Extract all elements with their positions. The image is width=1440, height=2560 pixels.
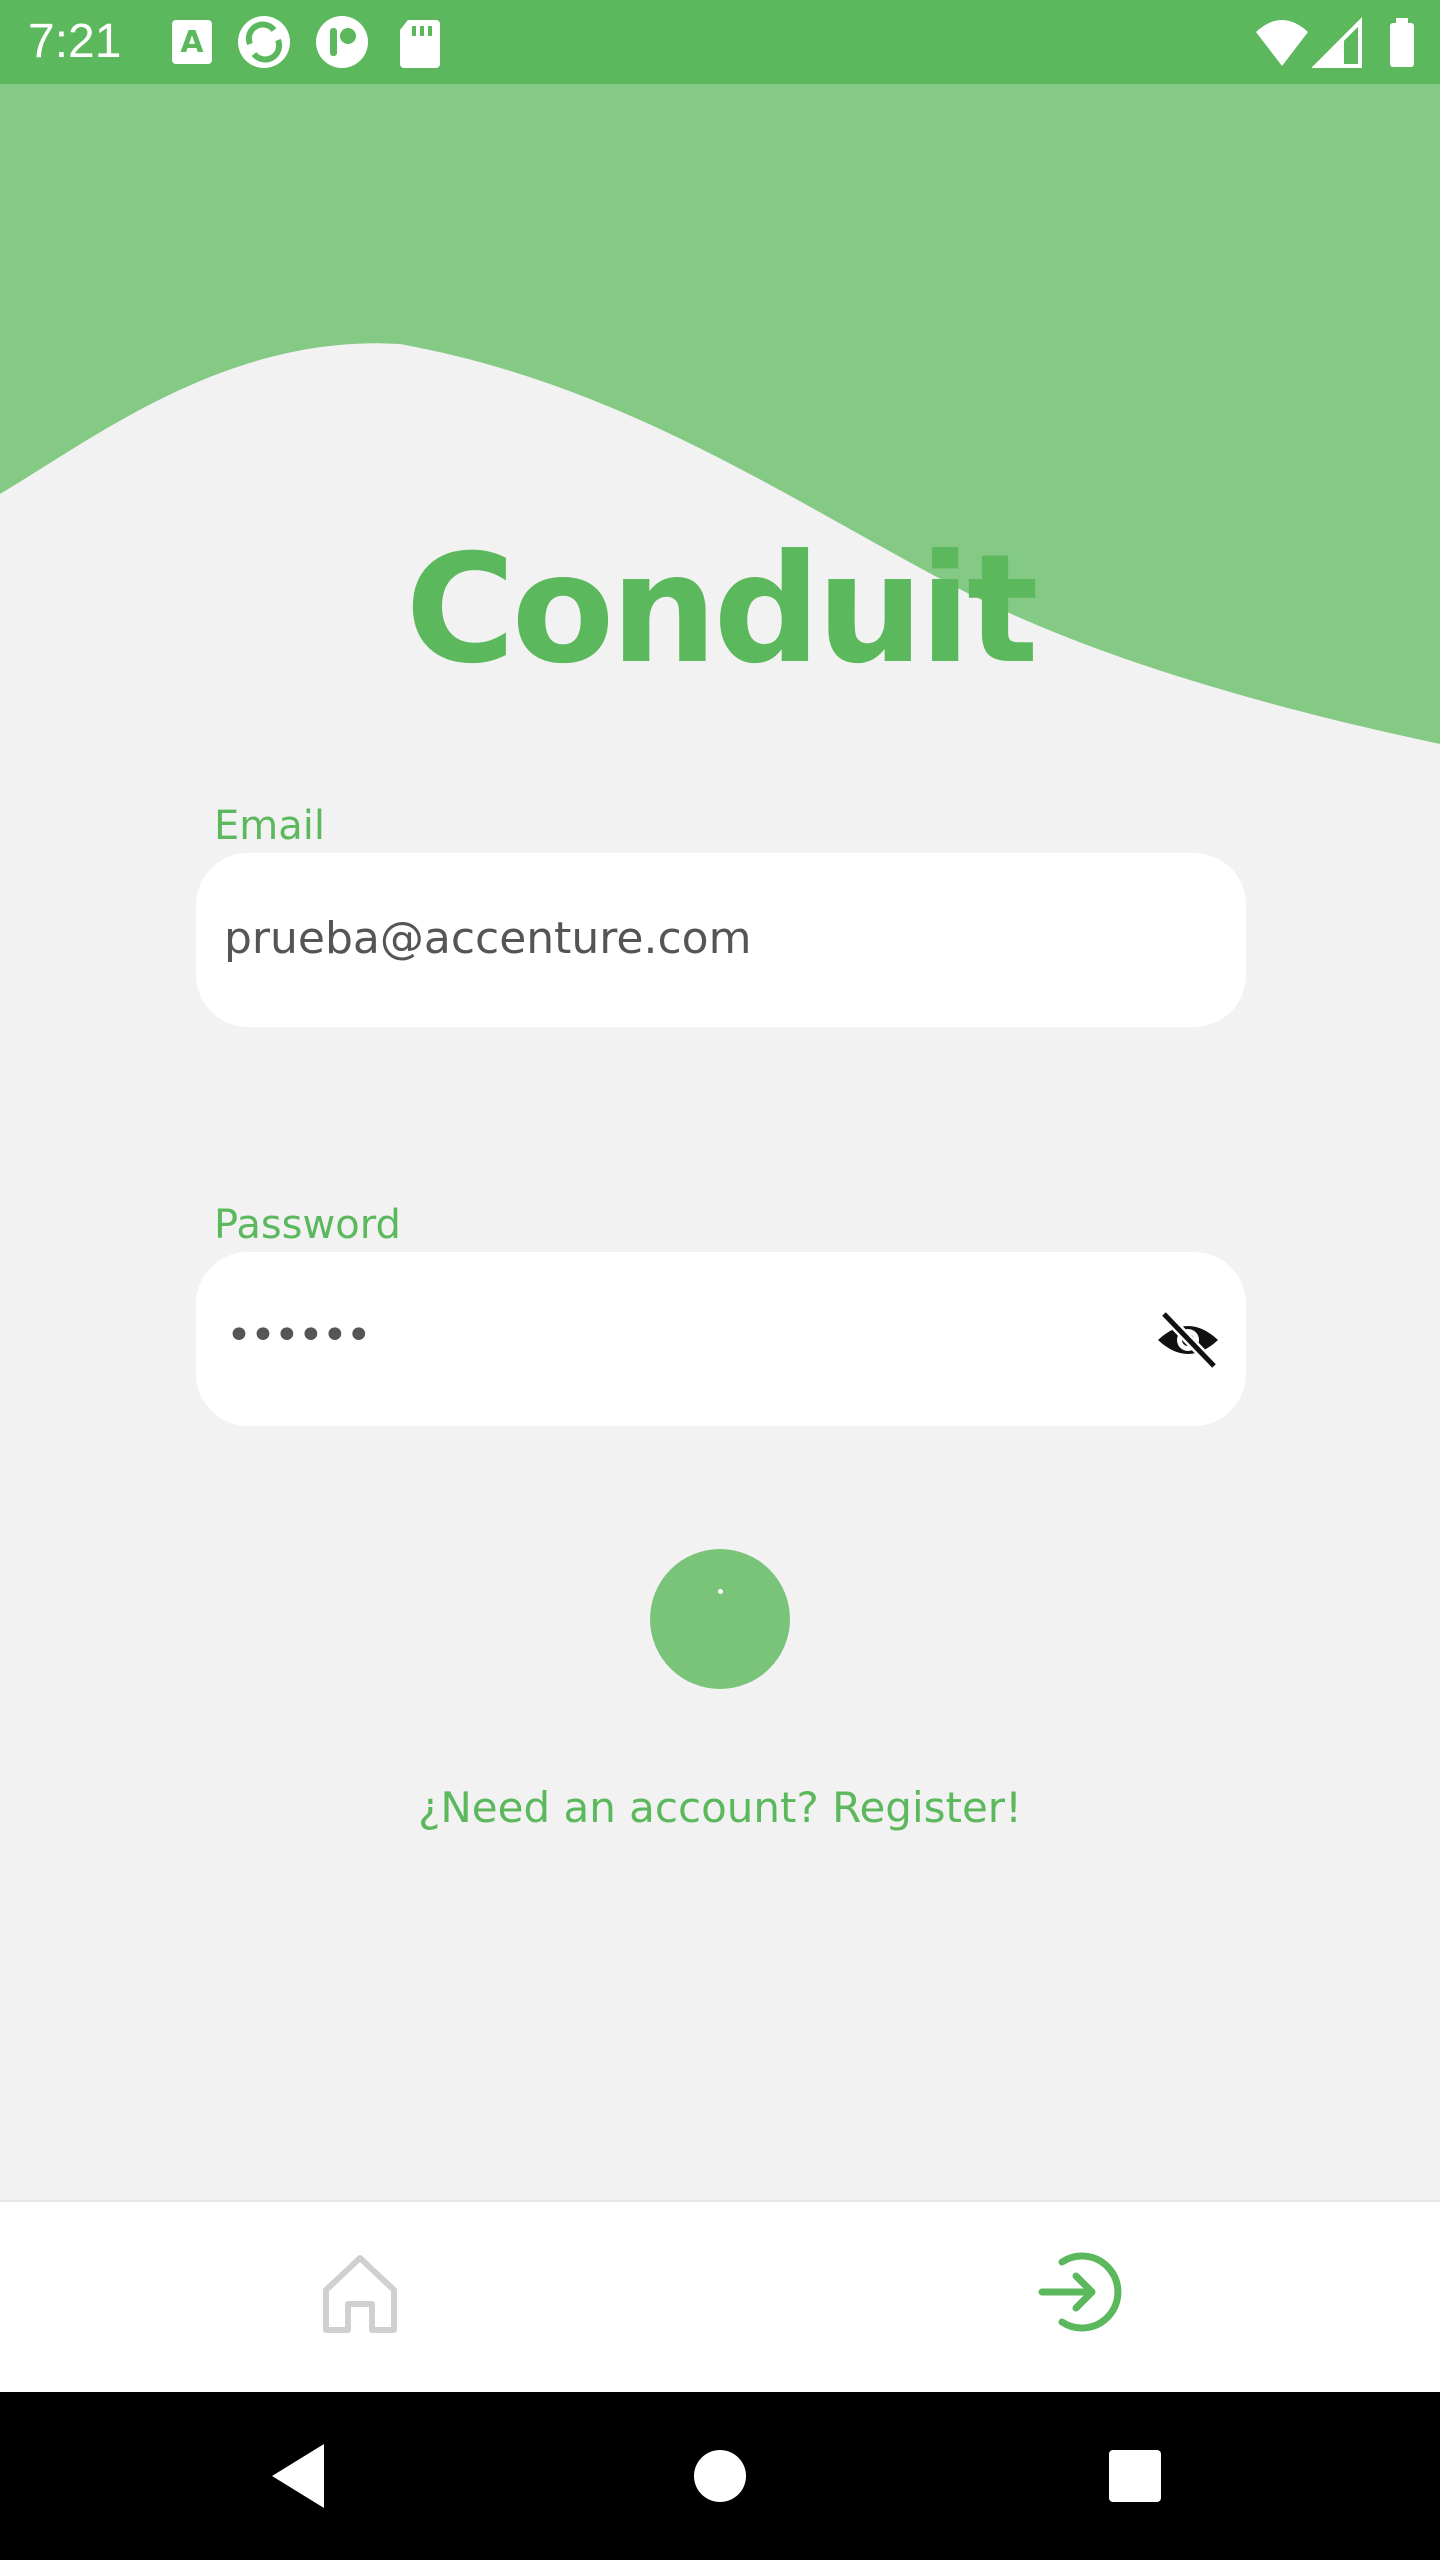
password-value: •••••• — [226, 1310, 372, 1361]
loading-spinner — [718, 1589, 723, 1594]
login-button[interactable] — [650, 1549, 790, 1689]
app-icon — [316, 16, 368, 68]
login-screen: 7:21 A Conduit Email prueba@accenture.co… — [0, 0, 1440, 2560]
register-link[interactable]: ¿Need an account? Register! — [0, 1780, 1440, 1836]
email-value: prueba@accenture.com — [224, 913, 752, 964]
battery-icon — [1390, 18, 1414, 67]
email-field[interactable]: prueba@accenture.com — [196, 853, 1246, 1027]
recents-icon[interactable] — [1095, 2436, 1175, 2516]
password-field[interactable]: •••••• — [196, 1252, 1246, 1426]
svg-text:A: A — [180, 25, 204, 60]
visibility-off-icon[interactable] — [1152, 1304, 1224, 1376]
bottom-nav — [0, 2200, 1440, 2394]
email-label: Email — [214, 803, 325, 849]
signal-icon — [1312, 17, 1362, 68]
sync-icon — [238, 16, 290, 68]
status-bar: 7:21 A — [0, 0, 1440, 84]
status-time: 7:21 — [28, 15, 122, 68]
system-nav-bar — [0, 2392, 1440, 2560]
back-icon[interactable] — [260, 2436, 340, 2516]
app-title: Conduit — [405, 523, 1038, 697]
text-a-icon: A — [172, 20, 212, 64]
home-circle-icon[interactable] — [680, 2436, 760, 2516]
wifi-icon — [1256, 20, 1308, 66]
login-icon[interactable] — [1020, 2232, 1140, 2352]
sd-card-icon — [400, 20, 440, 68]
home-icon[interactable] — [300, 2232, 420, 2352]
password-label: Password — [214, 1202, 401, 1248]
